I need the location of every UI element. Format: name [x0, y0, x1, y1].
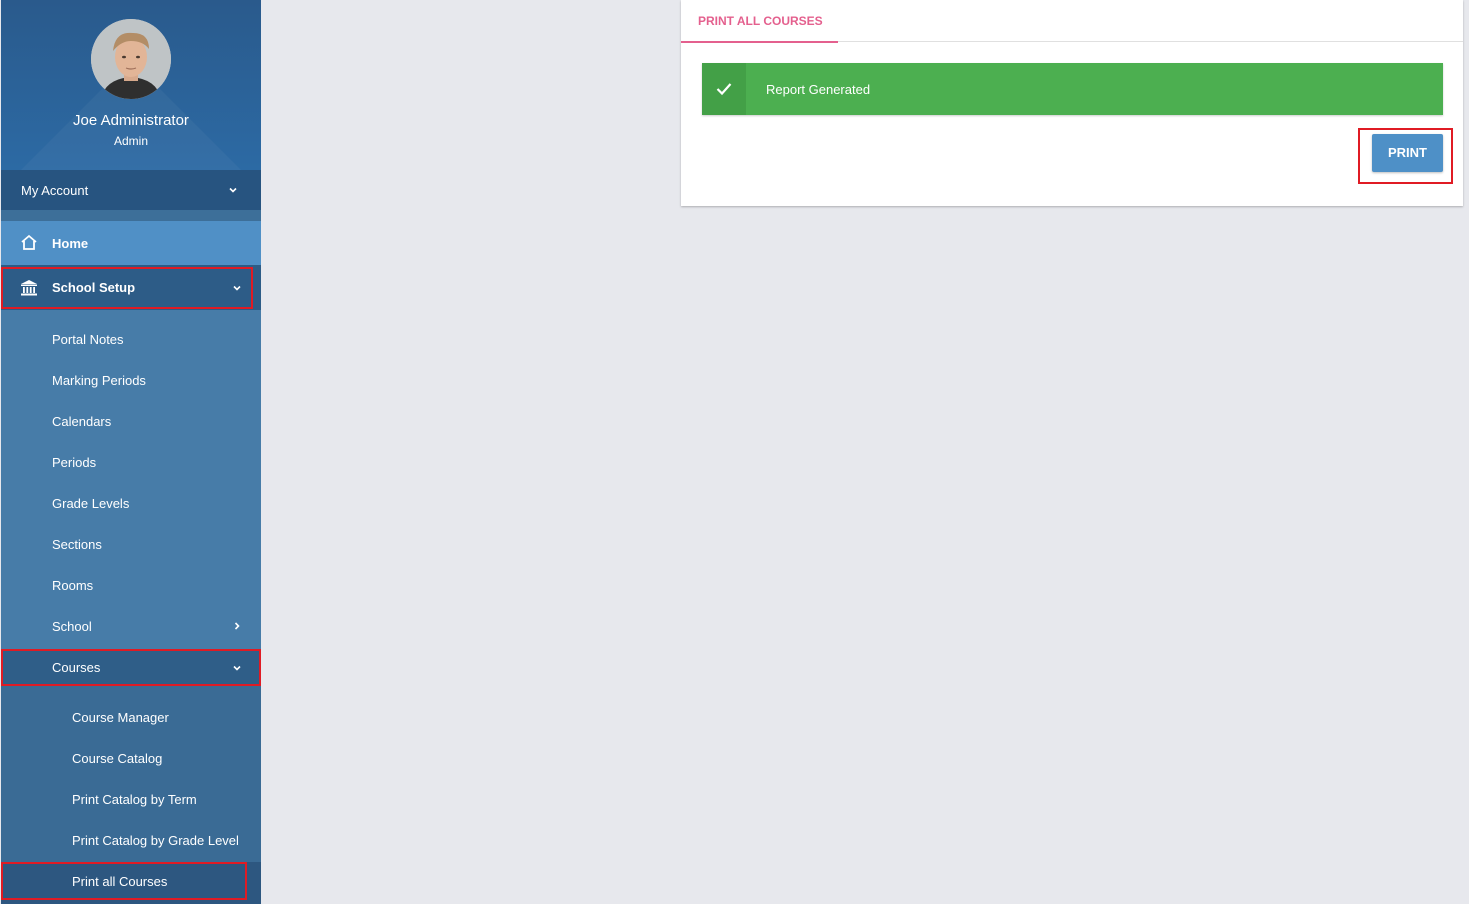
home-icon [21, 234, 37, 250]
sidebar-item-marking-periods[interactable]: Marking Periods [52, 373, 146, 388]
tab-print-all-courses[interactable]: PRINT ALL COURSES [681, 0, 838, 43]
my-account-menu[interactable]: My Account [1, 170, 261, 210]
check-icon [716, 83, 732, 96]
highlight-box [1358, 128, 1453, 184]
sidebar-item-periods[interactable]: Periods [52, 455, 96, 470]
sidebar-item-sections[interactable]: Sections [52, 537, 102, 552]
profile-panel: Joe Administrator Admin [1, 0, 261, 170]
profile-role: Admin [113, 134, 148, 148]
home-label: Home [52, 236, 89, 251]
success-alert: Report Generated [702, 63, 1443, 115]
highlight-box [1, 862, 247, 900]
highlight-box [1, 267, 253, 309]
sidebar-item-course-manager[interactable]: Course Manager [72, 710, 169, 725]
tab-bar: PRINT ALL COURSES [681, 0, 1463, 43]
highlight-box [1, 649, 261, 686]
print-all-courses-card: PRINT ALL COURSES Report Generated PRINT [681, 0, 1463, 206]
sidebar: Joe Administrator Admin My Account Home … [1, 0, 261, 904]
sidebar-item-course-catalog[interactable]: Course Catalog [72, 751, 162, 766]
sidebar-item-home[interactable]: Home [1, 221, 261, 265]
sidebar-item-grade-levels[interactable]: Grade Levels [52, 496, 129, 511]
sidebar-item-calendars[interactable]: Calendars [52, 414, 111, 429]
sidebar-item-portal-notes[interactable]: Portal Notes [52, 332, 124, 347]
sidebar-item-school[interactable]: School [52, 619, 92, 634]
alert-text: Report Generated [766, 82, 871, 97]
tab-label: PRINT ALL COURSES [698, 14, 823, 28]
sidebar-item-print-catalog-by-term[interactable]: Print Catalog by Term [72, 792, 197, 807]
alert-icon-box [702, 63, 746, 115]
profile-name: Joe Administrator [73, 112, 189, 129]
chevron-down-icon [229, 187, 237, 193]
sidebar-item-rooms[interactable]: Rooms [52, 578, 93, 593]
sidebar-item-print-catalog-by-grade-level[interactable]: Print Catalog by Grade Level [72, 833, 239, 848]
school-setup-submenu: Portal Notes Marking Periods Calendars P… [1, 310, 261, 650]
chevron-right-icon [234, 622, 240, 630]
my-account-label: My Account [21, 183, 89, 198]
avatar [91, 19, 171, 99]
